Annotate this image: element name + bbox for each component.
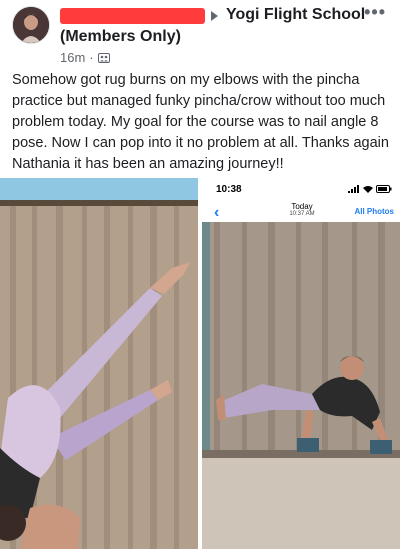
more-dots-icon[interactable]: ••• xyxy=(364,2,386,23)
redacted-author-name xyxy=(60,8,205,24)
post-photo-right-screenshot[interactable]: 10:38 ‹ Today 10:37 AM All Photos xyxy=(202,178,400,549)
group-name-link[interactable]: Yogi Flight School xyxy=(226,6,365,24)
chevron-left-icon[interactable]: ‹ xyxy=(214,204,219,222)
group-subtitle[interactable]: (Members Only) xyxy=(60,28,181,46)
post-photo-left[interactable] xyxy=(0,178,198,549)
battery-icon xyxy=(376,185,392,193)
arrow-right-icon xyxy=(211,11,218,21)
signal-icon xyxy=(348,185,359,193)
post-body-text: Somehow got rug burns on my elbows with … xyxy=(12,72,389,172)
nav-subtitle: 10:37 AM xyxy=(289,211,315,217)
meta-separator: · xyxy=(89,50,94,65)
post-meta: 16m · xyxy=(60,50,110,65)
post-time[interactable]: 16m xyxy=(60,50,85,65)
all-photos-link[interactable]: All Photos xyxy=(354,207,394,216)
author-avatar[interactable] xyxy=(12,6,50,44)
nav-title: Today xyxy=(291,202,313,211)
wifi-icon xyxy=(363,186,373,193)
status-time: 10:38 xyxy=(216,184,242,195)
phone-photo-image xyxy=(202,222,400,549)
status-icons xyxy=(348,185,392,193)
group-icon xyxy=(97,52,110,64)
